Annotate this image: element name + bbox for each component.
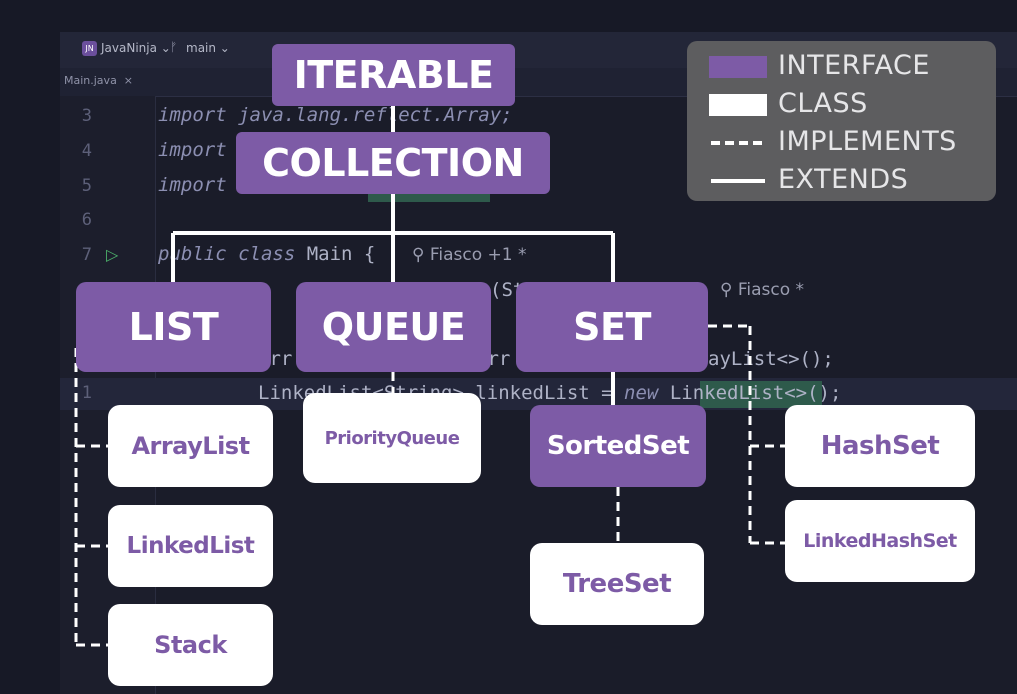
class-linkedlist: LinkedList [108, 505, 273, 587]
class-priorityqueue: PriorityQueue [303, 393, 481, 483]
legend-class-swatch [709, 94, 767, 116]
interface-iterable: ITERABLE [272, 44, 515, 106]
interface-collection: COLLECTION [236, 132, 550, 194]
interface-queue: QUEUE [296, 282, 491, 372]
interface-list: LIST [76, 282, 271, 372]
class-treeset: TreeSet [530, 543, 704, 625]
diagram-canvas: JN JavaNinja ⌄ ᚠ main ⌄ Main.java × 3 4 … [0, 0, 1017, 694]
class-arraylist: ArrayList [108, 405, 273, 487]
legend-class-label: CLASS [778, 88, 868, 119]
legend: INTERFACE CLASS IMPLEMENTS EXTENDS [687, 41, 996, 201]
class-hashset: HashSet [785, 405, 975, 487]
legend-implements-label: IMPLEMENTS [778, 126, 957, 157]
class-linkedhashset: LinkedHashSet [785, 500, 975, 582]
class-stack: Stack [108, 604, 273, 686]
legend-interface-swatch [709, 56, 767, 78]
legend-extends-label: EXTENDS [778, 164, 909, 195]
legend-extends-swatch [711, 179, 765, 183]
legend-interface-label: INTERFACE [778, 50, 930, 81]
interface-set: SET [516, 282, 708, 372]
legend-implements-swatch [711, 141, 765, 145]
interface-sortedset: SortedSet [530, 405, 706, 487]
